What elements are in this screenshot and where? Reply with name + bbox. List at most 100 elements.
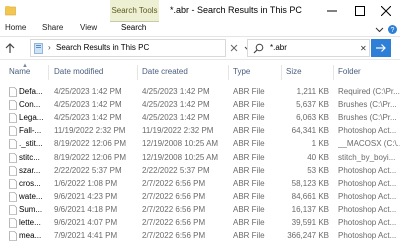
- file-type: ABR File: [233, 178, 265, 188]
- address-bar[interactable]: › Search Results in This PC: [30, 39, 252, 57]
- search-tools-context-tab[interactable]: Search Tools: [110, 0, 159, 22]
- file-row[interactable]: wate... 9/6/2021 4:23 PM 2/7/2022 6:56 PM A…: [0, 191, 400, 203]
- abr-file-icon: [9, 113, 17, 123]
- file-size: 1,211 KB: [296, 87, 329, 96]
- file-size: 6,063 KB: [296, 113, 329, 123]
- file-size: 5,637 KB: [296, 100, 329, 110]
- tab-home[interactable]: Home: [5, 23, 26, 32]
- tab-share[interactable]: Share: [42, 23, 63, 32]
- file-name[interactable]: ._stit...: [19, 139, 48, 148]
- search-icon: [253, 43, 264, 56]
- column-divider[interactable]: [333, 65, 334, 80]
- file-type: ABR File: [233, 113, 265, 123]
- abr-file-icon: [9, 126, 17, 137]
- file-type: ABR File: [233, 218, 265, 227]
- file-name[interactable]: stitc...: [19, 153, 48, 162]
- close-icon: [381, 6, 391, 16]
- file-folder: Brushes (C:\Pr...: [338, 100, 397, 110]
- tab-search[interactable]: Search: [121, 23, 146, 32]
- file-name[interactable]: Defa...: [19, 87, 48, 96]
- file-row[interactable]: ._stit... 8/19/2022 12:06 PM 12/19/2008 10…: [0, 138, 400, 150]
- file-folder: Photoshop Act...: [338, 231, 397, 241]
- file-row[interactable]: Sum... 9/6/2021 4:18 PM 2/7/2022 6:56 PM AB…: [0, 204, 400, 216]
- search-go-button[interactable]: [371, 39, 391, 57]
- column-divider[interactable]: [48, 65, 49, 80]
- file-date-modified: 8/19/2022 12:06 PM: [54, 152, 127, 162]
- file-row[interactable]: Con... 4/25/2023 1:42 PM 4/25/2023 1:42 PM…: [0, 99, 400, 111]
- column-divider[interactable]: [137, 65, 138, 80]
- file-name[interactable]: mea...: [19, 231, 48, 240]
- abr-file-icon: [9, 139, 17, 150]
- search-input[interactable]: *.abr ✕: [247, 39, 370, 57]
- file-folder: Photoshop Act...: [338, 204, 397, 214]
- file-row[interactable]: Defa... 4/25/2023 1:42 PM 4/25/2023 1:42 P…: [0, 86, 400, 98]
- file-folder: __MACOSX (C:\...: [338, 139, 400, 149]
- file-row[interactable]: cros... 1/6/2022 1:08 PM 2/7/2022 6:56 PM A…: [0, 178, 400, 190]
- column-divider[interactable]: [281, 65, 282, 80]
- minimize-button[interactable]: [318, 0, 346, 22]
- file-name[interactable]: wate...: [19, 192, 48, 201]
- abr-file-icon: [9, 152, 17, 163]
- file-date-modified: 4/25/2023 1:42 PM: [54, 87, 122, 96]
- clear-search-icon[interactable]: ✕: [360, 44, 367, 53]
- file-name[interactable]: Lega...: [19, 113, 48, 122]
- file-size: 1 KB: [311, 139, 329, 149]
- file-date-created: 4/25/2023 1:42 PM: [142, 100, 210, 110]
- file-name[interactable]: lette...: [19, 218, 48, 227]
- file-type: ABR File: [233, 126, 265, 136]
- file-type: ABR File: [233, 165, 265, 175]
- search-query-text[interactable]: *.abr: [270, 43, 287, 52]
- file-date-created: 4/25/2023 1:42 PM: [142, 87, 210, 96]
- file-row[interactable]: Lega... 4/25/2023 1:42 PM 4/25/2023 1:42 P…: [0, 112, 400, 124]
- column-size[interactable]: Size: [286, 67, 302, 76]
- svg-text:?: ?: [391, 27, 395, 34]
- file-size: 58,123 KB: [291, 178, 329, 188]
- abr-file-icon: [9, 205, 17, 215]
- file-size: 40 KB: [307, 152, 329, 162]
- file-date-modified: 11/19/2022 2:32 PM: [54, 126, 126, 136]
- file-name[interactable]: cros...: [19, 179, 48, 188]
- file-date-created: 2/7/2022 6:56 PM: [142, 231, 206, 241]
- abr-file-icon: [9, 100, 17, 110]
- file-name[interactable]: szar...: [19, 166, 48, 175]
- minimize-icon: [327, 10, 337, 12]
- file-type: ABR File: [233, 100, 265, 110]
- file-date-modified: 9/6/2021 4:18 PM: [54, 204, 118, 214]
- file-row[interactable]: lette... 9/6/2021 4:07 PM 2/7/2022 6:56 PM…: [0, 217, 400, 229]
- file-name[interactable]: Con...: [19, 100, 48, 109]
- file-size: 53 KB: [307, 165, 329, 175]
- column-name[interactable]: Name: [9, 67, 30, 76]
- file-type: ABR File: [233, 139, 265, 149]
- file-row[interactable]: Fall-... 11/19/2022 2:32 PM 11/19/2022 2:3…: [0, 125, 400, 137]
- expand-ribbon-icon[interactable]: [374, 24, 385, 35]
- abr-file-icon: [9, 191, 17, 202]
- help-icon[interactable]: ?: [387, 24, 398, 35]
- file-folder: Photoshop Act...: [338, 191, 397, 201]
- file-folder: Photoshop Act...: [338, 218, 397, 227]
- abr-file-icon: [9, 218, 17, 228]
- file-row[interactable]: stitc... 8/19/2022 12:06 PM 12/19/2008 10:…: [0, 152, 400, 164]
- abr-file-icon: [9, 231, 17, 241]
- column-folder[interactable]: Folder: [338, 67, 361, 76]
- file-name[interactable]: Fall-...: [19, 126, 48, 135]
- column-date-modified[interactable]: Date modified: [54, 67, 103, 76]
- file-date-created: 2/7/2022 6:56 PM: [142, 204, 206, 214]
- file-date-created: 12/19/2008 10:25 AM: [142, 152, 219, 162]
- file-row[interactable]: szar... 2/22/2022 5:37 PM 2/22/2022 5:37 P…: [0, 165, 400, 177]
- file-folder: Required (C:\Pr...: [338, 87, 400, 96]
- column-divider[interactable]: [228, 65, 229, 80]
- file-name[interactable]: Sum...: [19, 205, 48, 214]
- refresh-icon[interactable]: [227, 41, 241, 55]
- file-row[interactable]: mea... 7/9/2021 4:41 PM 2/7/2022 6:56 PM AB…: [0, 230, 400, 242]
- column-type[interactable]: Type: [233, 67, 250, 76]
- tab-view[interactable]: View: [80, 23, 97, 32]
- file-date-modified: 7/9/2021 4:41 PM: [54, 231, 118, 241]
- close-button[interactable]: [372, 0, 400, 22]
- arrow-right-icon: [376, 44, 386, 52]
- breadcrumb-chevron-icon[interactable]: ›: [48, 43, 51, 52]
- up-arrow-icon[interactable]: [4, 42, 16, 54]
- maximize-icon: [355, 6, 365, 16]
- breadcrumb-path[interactable]: Search Results in This PC: [56, 43, 149, 52]
- maximize-button[interactable]: [346, 0, 374, 22]
- column-date-created[interactable]: Date created: [142, 67, 188, 76]
